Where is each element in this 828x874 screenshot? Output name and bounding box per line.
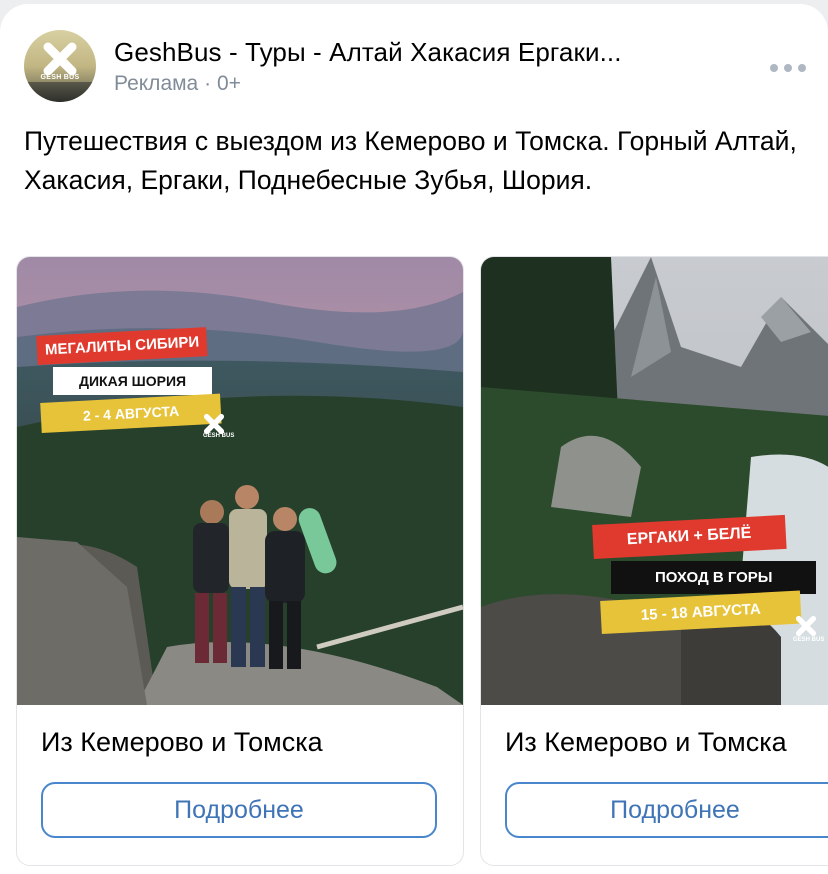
post-text: Путешествия с выездом из Кемерово и Томс… [24,126,797,195]
post-meta: Реклама · 0+ [114,72,241,96]
card-photo[interactable]: МЕГАЛИТЫ СИБИРИ ДИКАЯ ШОРИЯ 2 - 4 АВГУСТ… [17,257,463,705]
gesh-bus-logo-icon [203,413,225,435]
carousel-card[interactable]: ЕРГАКИ + БЕЛЁ ПОХОД В ГОРЫ 15 - 18 АВГУС… [480,256,828,866]
details-button[interactable]: Подробнее [505,782,828,838]
ad-post: GESH BUS GeshBus - Туры - Алтай Хакасия … [0,4,828,874]
carousel-card[interactable]: МЕГАЛИТЫ СИБИРИ ДИКАЯ ШОРИЯ 2 - 4 АВГУСТ… [16,256,464,866]
gesh-bus-logo-icon [43,42,77,76]
post-author[interactable]: GeshBus - Туры - Алтай Хакасия Ергаки... [114,37,622,68]
card-title: Из Кемерово и Томска [41,727,323,757]
card-logo-text: GESH BUS [203,433,235,439]
card-photo[interactable]: ЕРГАКИ + БЕЛЁ ПОХОД В ГОРЫ 15 - 18 АВГУС… [481,257,828,705]
card-tag-subtitle: ДИКАЯ ШОРИЯ [53,367,213,395]
meta-separator: · [204,72,212,95]
avatar-ground [24,82,96,102]
avatar[interactable]: GESH BUS [24,30,96,102]
details-button[interactable]: Подробнее [41,782,437,838]
avatar-brand-text: GESH BUS [40,74,80,81]
card-title: Из Кемерово и Томска [505,727,787,757]
more-dots-icon[interactable] [770,58,806,78]
ad-label: Реклама [114,72,199,95]
gesh-bus-logo-icon [795,615,817,637]
card-logo-text: GESH BUS [793,637,825,643]
card-tag-subtitle: ПОХОД В ГОРЫ [611,561,817,594]
age-rating: 0+ [216,72,241,95]
